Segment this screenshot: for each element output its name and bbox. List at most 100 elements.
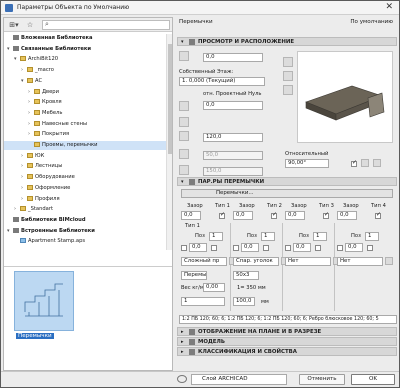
lintel-summary-field[interactable]: 1:2 ПБ 120; 60; 6; 1:2 ПБ 120; 6; 1:2 ПБ… xyxy=(179,315,397,324)
cancel-button[interactable]: Отменить xyxy=(299,374,345,385)
section-classification-header[interactable]: ▸ КЛАССИФИКАЦИЯ И СВОЙСТВА xyxy=(177,347,397,356)
view-plan-icon[interactable] xyxy=(283,71,293,81)
tree-item[interactable]: ▾ AC xyxy=(4,77,172,86)
angle-size-select[interactable]: 50х3 xyxy=(233,271,259,280)
view-3d-icon[interactable] xyxy=(283,57,293,67)
tree-item[interactable]: ▾ Связанные Библиотеки xyxy=(4,45,172,54)
library-menu-button[interactable]: ⊞▾ xyxy=(6,20,22,30)
position-field[interactable]: 1 xyxy=(261,232,275,241)
option-checkbox[interactable] xyxy=(181,245,187,251)
tree-item[interactable]: Библиотеки BIMcloud xyxy=(4,216,172,225)
tree-item[interactable]: › Двери xyxy=(4,88,172,97)
section-icon xyxy=(189,339,195,345)
type-checkbox[interactable] xyxy=(375,211,381,219)
tree-item[interactable]: ▾ ArchiBit120 xyxy=(4,55,172,64)
thickness-field[interactable]: 120,0 xyxy=(203,133,263,142)
position-field[interactable]: 1 xyxy=(313,232,327,241)
profile-select[interactable]: Нет xyxy=(285,257,331,266)
folder-icon xyxy=(27,77,33,83)
lintel-3d-icon xyxy=(305,85,385,121)
tree-item[interactable]: › Лестницы xyxy=(4,162,172,171)
tree-item[interactable]: Проемы, перемычки xyxy=(4,141,172,150)
relative-label: Относительный xyxy=(285,151,329,157)
tree-scrollbar[interactable] xyxy=(166,34,172,250)
favorites-icon[interactable]: ☆ xyxy=(24,20,36,30)
search-input[interactable]: ⌕ xyxy=(42,20,170,30)
option-checkbox[interactable] xyxy=(367,245,373,251)
view-section-icon[interactable] xyxy=(283,85,293,95)
type-checkbox[interactable] xyxy=(219,211,225,219)
type-header: Тип 3 xyxy=(319,203,334,209)
position-field[interactable]: 1 xyxy=(209,232,223,241)
profile-select[interactable]: Сложный пр xyxy=(181,257,227,266)
tree-item[interactable]: › Навесные стены xyxy=(4,120,172,129)
tree-item[interactable]: › Оформление xyxy=(4,184,172,193)
mirror-checkbox[interactable] xyxy=(351,159,357,167)
mirror-icon[interactable] xyxy=(361,159,369,167)
lintel-selector[interactable]: Перемычки... xyxy=(181,189,393,198)
tree-item-label: AC xyxy=(35,77,43,84)
folder-icon xyxy=(34,88,40,94)
tree-item[interactable]: Apartment Stamp.aps xyxy=(4,237,172,246)
object-name: Перемычки xyxy=(179,19,213,25)
tree-item[interactable]: › ЮК xyxy=(4,152,172,161)
tree-item[interactable]: › Кровля xyxy=(4,98,172,107)
object-thumbnail[interactable] xyxy=(14,271,74,331)
value-field[interactable]: 0,0 xyxy=(241,243,259,252)
option-checkbox[interactable] xyxy=(263,245,269,251)
gap-field[interactable]: 0,0 xyxy=(181,211,201,220)
offset-field[interactable]: 0,0 xyxy=(203,53,263,62)
tree-item[interactable]: › _Standart xyxy=(4,205,172,214)
home-story-select[interactable]: 1. 0,000 (Текущий) xyxy=(179,77,265,86)
ok-button[interactable]: OK xyxy=(351,374,395,385)
option-checkbox[interactable] xyxy=(211,245,217,251)
type-checkbox[interactable] xyxy=(271,211,277,219)
option-checkbox[interactable] xyxy=(285,245,291,251)
angle-field[interactable]: 90,00° xyxy=(285,159,329,168)
section-floorplan-header[interactable]: ▸ ОТОБРАЖЕНИЕ НА ПЛАНЕ И В РАЗРЕЗЕ xyxy=(177,327,397,336)
type-checkbox[interactable] xyxy=(323,211,329,219)
tree-item[interactable]: › Покрытия xyxy=(4,130,172,139)
option-checkbox[interactable] xyxy=(315,245,321,251)
close-icon[interactable]: ✕ xyxy=(385,2,393,12)
profile-select[interactable]: Спар. уголок xyxy=(233,257,279,266)
section-title: МОДЕЛЬ xyxy=(198,339,226,345)
section-lintel-header[interactable]: ▾ ПАР.РЫ ПЕРЕМЫЧКИ xyxy=(177,177,397,186)
weight-field[interactable]: 0,00 xyxy=(203,283,225,292)
window-title: Параметры Объекта по Умолчанию xyxy=(17,4,130,11)
gap-field[interactable]: 0,0 xyxy=(233,211,253,220)
type-header: Тип 2 xyxy=(267,203,282,209)
count-field[interactable]: 1 xyxy=(181,297,225,306)
gap-field[interactable]: 0,0 xyxy=(337,211,357,220)
value-field[interactable]: 0,0 xyxy=(189,243,207,252)
position-field[interactable]: 1 xyxy=(365,232,379,241)
gap-field[interactable]: 0,0 xyxy=(285,211,305,220)
tree-item[interactable]: › Профиля xyxy=(4,195,172,204)
eye-icon[interactable] xyxy=(177,375,187,383)
value-field[interactable]: 0,0 xyxy=(345,243,363,252)
tree-item[interactable]: › _macro xyxy=(4,66,172,75)
lintel-select[interactable]: Перемы... xyxy=(181,271,207,280)
size-field[interactable]: 100,0 xyxy=(233,297,255,306)
value-field[interactable]: 0,0 xyxy=(293,243,311,252)
tree-item[interactable]: Вложенная Библиотека xyxy=(4,34,172,43)
section-preview-header[interactable]: ▾ ПРОСМОТР И РАСПОЛОЖЕНИЕ xyxy=(177,37,397,46)
tree-item[interactable]: ▾ Встроенные Библиотеки xyxy=(4,227,172,236)
option-checkbox[interactable] xyxy=(337,245,343,251)
position-label: Поз xyxy=(299,233,309,239)
position-label: Поз xyxy=(195,233,205,239)
settings-header: Перемычки По умолчанию xyxy=(177,17,397,29)
tree-item[interactable]: › Мебель xyxy=(4,109,172,118)
thumbnail-label[interactable]: Перемычки xyxy=(16,333,54,339)
elevation-field[interactable]: 0,0 xyxy=(203,101,263,110)
tree-item[interactable]: › Оборудование xyxy=(4,173,172,182)
section-model-header[interactable]: ▸ МОДЕЛЬ xyxy=(177,337,397,346)
layer-select[interactable]: Слой ARCHICAD xyxy=(191,374,287,385)
link-icon[interactable] xyxy=(373,159,381,167)
dimension-field-1[interactable]: 50,0 xyxy=(203,151,263,160)
option-checkbox[interactable] xyxy=(233,245,239,251)
profile-icon[interactable] xyxy=(385,257,393,265)
dimension-field-2[interactable]: 150,0 xyxy=(203,167,263,176)
scroll-thumb[interactable] xyxy=(168,44,172,154)
profile-select[interactable]: Нет xyxy=(337,257,383,266)
